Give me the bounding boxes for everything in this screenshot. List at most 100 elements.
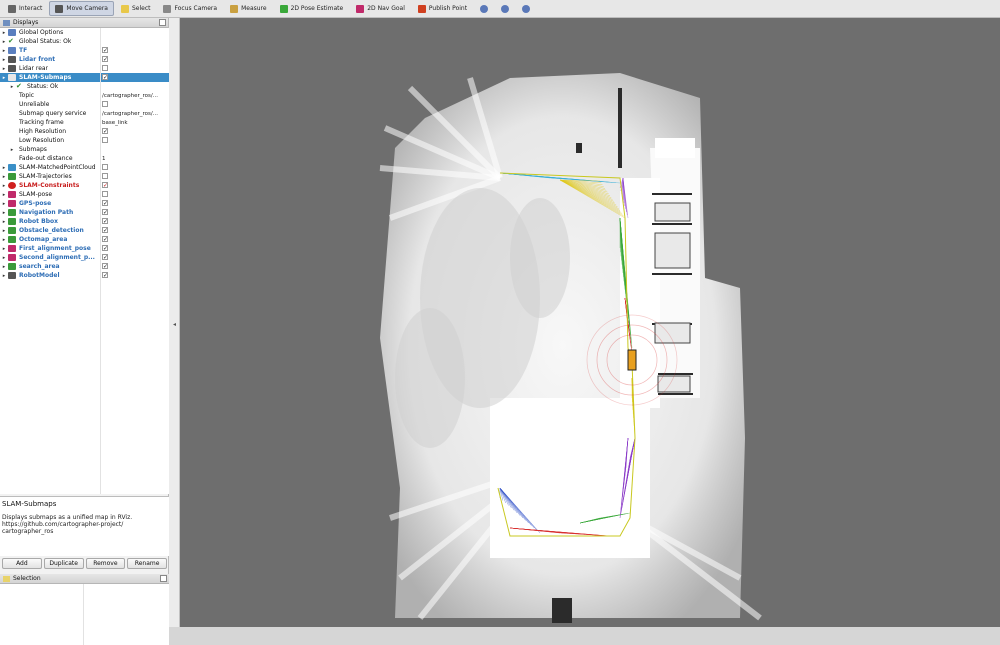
enable-checkbox[interactable]: ✓ (102, 218, 108, 224)
display-row[interactable]: ▸SLAM-pose (0, 190, 169, 199)
display-row[interactable]: Tracking framebase_link (0, 118, 169, 127)
display-row[interactable]: ▸✔Status: Ok (0, 82, 169, 91)
tool-move-camera[interactable]: Move Camera (49, 1, 114, 16)
enable-checkbox[interactable]: ✓ (102, 209, 108, 215)
add-button[interactable]: Add (2, 558, 42, 569)
display-row[interactable]: ▸Submaps (0, 145, 169, 154)
enable-checkbox[interactable] (102, 65, 108, 71)
display-row[interactable]: ▸Robot Bbox✓ (0, 217, 169, 226)
display-row[interactable]: ▸Navigation Path✓ (0, 208, 169, 217)
expand-arrow-icon[interactable]: ▸ (8, 147, 16, 153)
expand-arrow-icon[interactable]: ▸ (0, 237, 8, 243)
rename-button[interactable]: Rename (127, 558, 167, 569)
expand-arrow-icon[interactable]: ▸ (0, 219, 8, 225)
enable-checkbox[interactable]: ✓ (102, 272, 108, 278)
display-row[interactable]: ▸Octomap_area✓ (0, 235, 169, 244)
display-row[interactable]: ▸SLAM-Trajectories (0, 172, 169, 181)
property-value[interactable]: /cartographer_ros/... (102, 111, 158, 117)
display-row[interactable]: Fade-out distance1 (0, 154, 169, 163)
property-value[interactable]: 1 (102, 156, 106, 162)
minus-tool-button[interactable] (495, 1, 515, 16)
displays-tree[interactable]: ▸Global Options▸✔Global Status: Ok▸TF✓▸L… (0, 28, 169, 494)
display-row[interactable]: Low Resolution (0, 136, 169, 145)
tool-publish-point[interactable]: Publish Point (412, 1, 473, 16)
display-row[interactable]: Unreliable (0, 100, 169, 109)
display-row[interactable]: ▸SLAM-MatchedPointCloud (0, 163, 169, 172)
property-value[interactable]: base_link (102, 120, 128, 126)
display-row[interactable]: ▸SLAM-Constraints✓ (0, 181, 169, 190)
enable-checkbox[interactable] (102, 164, 108, 170)
expand-arrow-icon[interactable]: ▸ (0, 210, 8, 216)
collapse-arrow-icon[interactable]: ◂ (173, 321, 176, 328)
enable-checkbox[interactable] (102, 137, 108, 143)
enable-checkbox[interactable]: ✓ (102, 200, 108, 206)
property-value[interactable]: /cartographer_ros/... (102, 93, 158, 99)
tool-pose-estimate[interactable]: 2D Pose Estimate (274, 1, 350, 16)
expand-arrow-icon[interactable]: ▸ (0, 192, 8, 198)
expand-arrow-icon[interactable]: ▸ (0, 75, 8, 81)
expand-arrow-icon[interactable]: ▸ (8, 84, 16, 90)
eye-tool-button[interactable] (516, 1, 536, 16)
enable-checkbox[interactable]: ✓ (102, 227, 108, 233)
remove-button[interactable]: Remove (86, 558, 126, 569)
enable-checkbox[interactable]: ✓ (102, 128, 108, 134)
display-row[interactable]: ▸search_area✓ (0, 262, 169, 271)
display-row[interactable]: ▸ GPS-pose ✓ (0, 199, 169, 208)
display-row[interactable]: ▸RobotModel✓ (0, 271, 169, 280)
expand-arrow-icon[interactable]: ▸ (0, 30, 8, 36)
expand-arrow-icon[interactable]: ▸ (0, 228, 8, 234)
plus-tool-button[interactable] (474, 1, 494, 16)
tool-focus-camera[interactable]: Focus Camera (157, 1, 223, 16)
enable-checkbox[interactable]: ✓ (102, 56, 108, 62)
tool-select[interactable]: Select (115, 1, 157, 16)
expand-arrow-icon[interactable]: ▸ (0, 255, 8, 261)
enable-checkbox[interactable]: ✓ (102, 254, 108, 260)
display-row[interactable]: ▸Global Options (0, 28, 169, 37)
tool-measure[interactable]: Measure (224, 1, 273, 16)
selection-column-separator[interactable] (83, 584, 84, 645)
display-row[interactable]: ▸Lidar front✓ (0, 55, 169, 64)
expand-arrow-icon[interactable]: ▸ (0, 183, 8, 189)
expand-arrow-icon[interactable]: ▸ (0, 165, 8, 171)
selection-tree[interactable] (0, 584, 169, 645)
display-row[interactable]: ▸TF✓ (0, 46, 169, 55)
display-row[interactable]: High Resolution✓ (0, 127, 169, 136)
enable-checkbox[interactable] (102, 101, 108, 107)
display-row[interactable]: Submap query service/cartographer_ros/..… (0, 109, 169, 118)
enable-checkbox[interactable] (102, 173, 108, 179)
enable-checkbox[interactable]: ✓ (102, 245, 108, 251)
enable-checkbox[interactable]: ✓ (102, 236, 108, 242)
display-row[interactable]: ▸Lidar rear (0, 64, 169, 73)
selection-float-button[interactable] (160, 575, 167, 582)
enable-checkbox[interactable]: ✓ (102, 182, 108, 188)
expand-arrow-icon[interactable]: ▸ (0, 48, 8, 54)
render-viewport[interactable] (180, 18, 1000, 627)
expand-arrow-icon[interactable]: ▸ (0, 264, 8, 270)
float-button[interactable] (159, 19, 166, 26)
expand-arrow-icon[interactable]: ▸ (0, 174, 8, 180)
display-row-label: Global Status: Ok (19, 38, 71, 45)
enable-checkbox[interactable]: ✓ (102, 263, 108, 269)
enable-checkbox[interactable]: ✓ (102, 47, 108, 53)
duplicate-button[interactable]: Duplicate (44, 558, 84, 569)
expand-arrow-icon[interactable]: ▸ (0, 273, 8, 279)
tool-nav-goal[interactable]: 2D Nav Goal (350, 1, 411, 16)
expand-arrow-icon[interactable]: ▸ (0, 246, 8, 252)
display-row[interactable]: ▸SLAM-Submaps✓ (0, 73, 169, 82)
display-row-label: GPS-pose (19, 200, 51, 207)
tool-interact[interactable]: Interact (2, 1, 48, 16)
expand-arrow-icon[interactable]: ▸ (0, 201, 8, 207)
expand-arrow-icon[interactable]: ▸ (0, 57, 8, 63)
display-row[interactable]: ▸Obstacle_detection✓ (0, 226, 169, 235)
panel-splitter[interactable]: ◂ (169, 18, 180, 627)
map-canvas[interactable] (180, 18, 1000, 627)
display-row[interactable]: ▸Second_alignment_p...✓ (0, 253, 169, 262)
enable-checkbox[interactable]: ✓ (102, 74, 108, 80)
column-separator[interactable] (100, 28, 101, 494)
expand-arrow-icon[interactable]: ▸ (0, 66, 8, 72)
display-row[interactable]: Topic/cartographer_ros/... (0, 91, 169, 100)
display-row[interactable]: ▸First_alignment_pose✓ (0, 244, 169, 253)
display-row[interactable]: ▸✔Global Status: Ok (0, 37, 169, 46)
expand-arrow-icon[interactable]: ▸ (0, 39, 8, 45)
enable-checkbox[interactable] (102, 191, 108, 197)
